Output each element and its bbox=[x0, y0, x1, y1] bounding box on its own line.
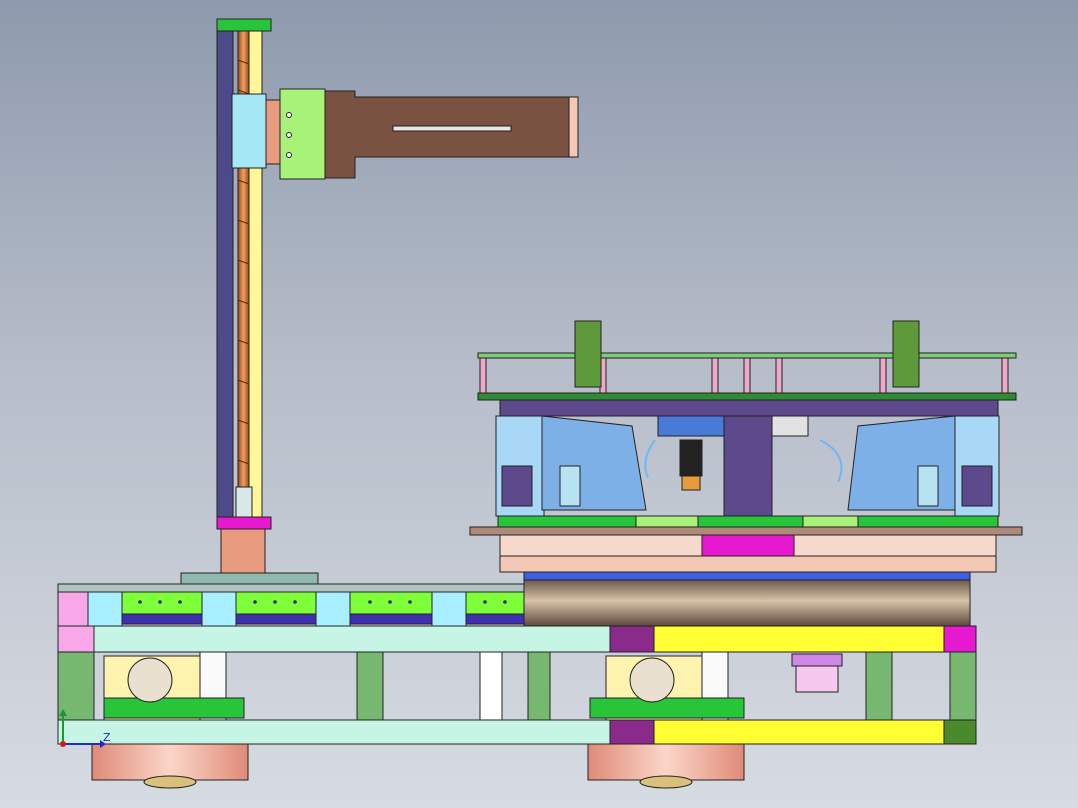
right-rail-block bbox=[961, 465, 993, 507]
center-column bbox=[723, 399, 773, 517]
center-hub bbox=[701, 534, 795, 557]
lower-yellow-rail bbox=[653, 719, 945, 745]
z-axis-label: Z bbox=[103, 731, 111, 744]
drum-top-ring bbox=[523, 571, 971, 581]
conveyor-clamp bbox=[315, 591, 351, 627]
upper-yellow-rail bbox=[653, 625, 945, 653]
top-frame-plate bbox=[499, 399, 999, 417]
base-chassis bbox=[57, 625, 977, 745]
left-wheel bbox=[91, 743, 249, 781]
lift-arm bbox=[324, 90, 570, 179]
motor-flange bbox=[681, 475, 701, 491]
right-wheel-motor bbox=[589, 651, 745, 721]
right-post bbox=[892, 320, 920, 388]
bolt bbox=[286, 132, 292, 138]
mast-bottom-cap bbox=[216, 516, 272, 530]
conveyor-section bbox=[57, 583, 531, 627]
left-post bbox=[574, 320, 602, 388]
conveyor-clamp bbox=[87, 591, 123, 627]
cable bbox=[819, 439, 843, 483]
drum-body bbox=[523, 579, 971, 627]
chassis-post bbox=[865, 651, 893, 721]
cad-viewport[interactable]: Z bbox=[0, 0, 1078, 808]
rotary-drum bbox=[499, 555, 997, 627]
module-base-plate bbox=[469, 526, 1023, 536]
bolt bbox=[286, 152, 292, 158]
drive-wheels bbox=[91, 743, 745, 789]
upper-module bbox=[469, 320, 1023, 557]
arm-end-cap bbox=[568, 96, 579, 158]
conveyor-clamp bbox=[201, 591, 237, 627]
drive-motor bbox=[679, 439, 703, 477]
chassis-post bbox=[356, 651, 384, 721]
cable bbox=[644, 439, 656, 479]
lift-carriage bbox=[231, 88, 579, 180]
conveyor-clamp bbox=[431, 591, 467, 627]
mast-base-plate bbox=[180, 572, 319, 586]
mast-top-cap bbox=[216, 18, 272, 32]
chassis-post bbox=[527, 651, 551, 721]
conveyor-top-rail bbox=[57, 583, 531, 593]
right-gripper-jaw bbox=[847, 415, 956, 511]
module-floor bbox=[497, 515, 999, 528]
lift-motor bbox=[220, 528, 266, 574]
carriage-nut bbox=[265, 99, 281, 165]
bolt bbox=[286, 112, 292, 118]
turntable-bearing bbox=[499, 555, 997, 573]
left-rail-block bbox=[501, 465, 533, 507]
left-wheel-motor bbox=[103, 651, 245, 721]
carriage-slider bbox=[231, 93, 267, 169]
mechanical-assembly-side-view bbox=[57, 18, 1023, 789]
top-pcb bbox=[477, 352, 1017, 359]
pcb-plate bbox=[477, 392, 1017, 401]
gear bbox=[771, 415, 809, 437]
sensor-cylinder bbox=[791, 653, 843, 693]
left-gripper-jaw bbox=[541, 415, 647, 511]
x-axis bbox=[60, 741, 66, 747]
mast-column bbox=[216, 30, 234, 518]
arm-slot bbox=[392, 125, 512, 132]
chassis-post bbox=[949, 651, 977, 721]
screw-coupling bbox=[235, 486, 253, 518]
right-wheel bbox=[587, 743, 745, 781]
conveyor-end-block bbox=[57, 591, 89, 627]
chassis-post bbox=[479, 651, 503, 721]
